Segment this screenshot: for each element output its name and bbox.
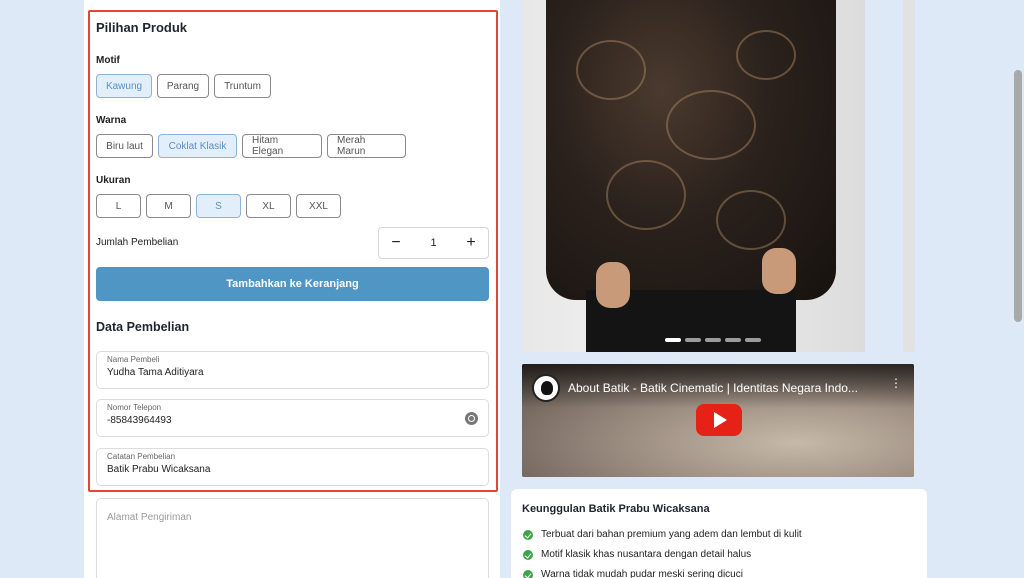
video-title[interactable]: About Batik - Batik Cinematic | Identita… (568, 381, 878, 395)
carousel-dot-5[interactable] (745, 338, 761, 342)
benefits-card: Keunggulan Batik Prabu Wicaksana Terbuat… (511, 489, 927, 578)
youtube-video-embed[interactable]: About Batik - Batik Cinematic | Identita… (522, 364, 914, 477)
buyer-name-label: Nama Pembeli (107, 355, 160, 364)
motif-label: Motif (96, 55, 120, 66)
check-icon (523, 549, 533, 560)
ukuran-option-s[interactable]: S (196, 194, 241, 218)
ukuran-option-xxl[interactable]: XXL (296, 194, 341, 218)
plus-icon[interactable]: + (464, 235, 478, 251)
motif-option-kawung[interactable]: Kawung (96, 74, 152, 98)
benefits-title: Keunggulan Batik Prabu Wicaksana (522, 503, 710, 515)
benefit-text: Warna tidak mudah pudar meski sering dic… (541, 569, 743, 578)
whatsapp-icon (465, 412, 478, 425)
more-options-icon[interactable]: ⋮ (890, 377, 902, 389)
right-hand-image (762, 248, 796, 294)
buyer-name-field[interactable]: Nama Pembeli Yudha Tama Aditiyara (96, 351, 489, 389)
next-slide-preview[interactable] (903, 0, 915, 352)
ukuran-label: Ukuran (96, 175, 131, 186)
add-to-cart-button[interactable]: Tambahkan ke Keranjang (96, 267, 489, 301)
warna-option-hitam-elegan[interactable]: Hitam Elegan (242, 134, 322, 158)
motif-option-truntum[interactable]: Truntum (214, 74, 271, 98)
benefit-item: Warna tidak mudah pudar meski sering dic… (523, 569, 743, 578)
ukuran-option-l[interactable]: L (96, 194, 141, 218)
benefit-text: Terbuat dari bahan premium yang adem dan… (541, 529, 802, 540)
notes-value[interactable]: Batik Prabu Wicaksana (107, 464, 437, 475)
carousel-dot-4[interactable] (725, 338, 741, 342)
check-icon (523, 569, 533, 578)
notes-label: Catatan Pembelian (107, 452, 176, 461)
carousel-dot-1[interactable] (665, 338, 681, 342)
benefit-text: Motif klasik khas nusantara dengan detai… (541, 549, 752, 560)
channel-avatar-icon[interactable] (532, 374, 560, 402)
section-title-data-pembelian: Data Pembelian (96, 320, 190, 334)
minus-icon[interactable]: − (389, 235, 403, 251)
quantity-value[interactable]: 1 (430, 237, 436, 249)
quantity-label: Jumlah Pembelian (96, 237, 179, 248)
warna-label: Warna (96, 115, 127, 126)
check-icon (523, 529, 533, 540)
section-title-pilihan-produk: Pilihan Produk (96, 20, 188, 35)
page-scrollbar[interactable] (1014, 70, 1022, 322)
left-hand-image (596, 262, 630, 308)
address-textarea[interactable]: Alamat Pengiriman (96, 498, 489, 578)
ukuran-option-xl[interactable]: XL (246, 194, 291, 218)
benefit-item: Terbuat dari bahan premium yang adem dan… (523, 529, 802, 540)
warna-option-biru-laut[interactable]: Biru laut (96, 134, 153, 158)
motif-option-parang[interactable]: Parang (157, 74, 209, 98)
ukuran-option-m[interactable]: M (146, 194, 191, 218)
notes-field[interactable]: Catatan Pembelian Batik Prabu Wicaksana (96, 448, 489, 486)
warna-option-coklat-klasik[interactable]: Coklat Klasik (158, 134, 237, 158)
address-placeholder: Alamat Pengiriman (107, 512, 192, 523)
carousel-dot-3[interactable] (705, 338, 721, 342)
buyer-name-value[interactable]: Yudha Tama Aditiyara (107, 367, 437, 378)
warna-option-merah-marun[interactable]: Merah Marun (327, 134, 406, 158)
phone-label: Nomor Telepon (107, 403, 162, 412)
carousel-dots (665, 338, 761, 342)
ukuran-options: L M S XL XXL (96, 194, 341, 218)
warna-options: Biru laut Coklat Klasik Hitam Elegan Mer… (96, 134, 406, 158)
benefit-item: Motif klasik khas nusantara dengan detai… (523, 549, 751, 560)
product-photo[interactable] (522, 0, 865, 352)
phone-field[interactable]: Nomor Telepon -85843964493 (96, 399, 489, 437)
carousel-dot-2[interactable] (685, 338, 701, 342)
phone-value[interactable]: -85843964493 (107, 415, 437, 426)
quantity-stepper: − 1 + (378, 227, 489, 259)
play-icon[interactable] (696, 404, 742, 436)
motif-options: Kawung Parang Truntum (96, 74, 271, 98)
